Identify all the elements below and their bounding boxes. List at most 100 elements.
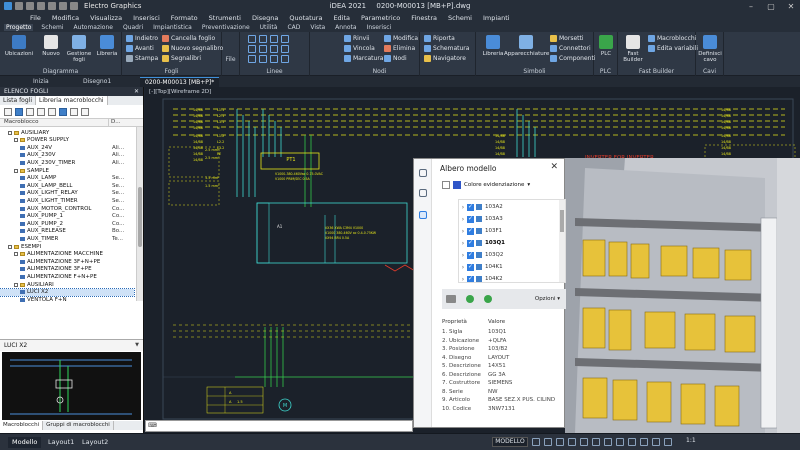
rinvii-button[interactable]: Rinvii (344, 34, 370, 43)
tree-folder[interactable]: ALIMENTAZIONE MACCHINE (0, 251, 134, 258)
panel-close-icon[interactable]: ✕ (134, 88, 139, 95)
expand-toggle-icon[interactable] (8, 244, 12, 249)
undo-icon[interactable] (48, 2, 56, 10)
redo-icon[interactable] (59, 2, 67, 10)
expand-toggle-icon[interactable] (14, 252, 18, 257)
scrollbar-thumb[interactable] (138, 187, 142, 247)
lineweight-icon[interactable] (604, 438, 612, 446)
add-icon[interactable] (26, 107, 34, 116)
chevron-right-icon[interactable]: › (459, 276, 467, 283)
edit-icon[interactable] (37, 107, 45, 116)
ribbon-tab-vista[interactable]: Vista (308, 24, 327, 31)
attachment-icon[interactable] (419, 189, 427, 197)
tree-scrollbar[interactable] (136, 127, 143, 301)
line-tool-icon[interactable] (281, 35, 289, 43)
chevron-right-icon[interactable]: › (459, 204, 467, 211)
expand-toggle-icon[interactable] (14, 168, 18, 173)
visibility-checkbox[interactable] (467, 239, 474, 247)
tab-gruppi-macroblocchi[interactable]: Gruppi di macroblocchi (43, 421, 114, 430)
3d-panel-view[interactable] (565, 158, 800, 433)
modifica-nodi-button[interactable]: Modifica (384, 34, 418, 43)
tree-item[interactable]: ALIMENTAZIONE F+N+PE (0, 273, 134, 280)
visibility-checkbox[interactable] (467, 215, 474, 223)
workspace-name[interactable]: Electro Graphics (84, 2, 141, 10)
preview-selector[interactable]: LUCI X2 ▼ (0, 339, 143, 351)
chevron-right-icon[interactable]: › (459, 252, 467, 259)
tree-item[interactable]: AUX_LAMP Se... (0, 175, 134, 182)
visibility-checkbox[interactable] (467, 275, 474, 282)
workspace-icon[interactable] (652, 438, 660, 446)
line-tool-icon[interactable] (259, 55, 267, 63)
isolate-icon[interactable] (664, 438, 672, 446)
visibility-checkbox[interactable] (467, 203, 474, 211)
tree-folder[interactable]: AUSILIARI (0, 281, 134, 288)
tree-item[interactable]: VENTOLA F+N (0, 296, 134, 303)
model-tree-item[interactable]: › 103Q2 (459, 249, 559, 261)
options-button[interactable]: Opzioni ▾ (535, 296, 560, 302)
ubicazioni-button[interactable]: Ubicazioni (4, 34, 34, 57)
menu-quotatura[interactable]: Quotatura (289, 14, 322, 22)
tree-folder[interactable]: ESEMPI (0, 243, 134, 250)
definisci-cavo-button[interactable]: Definisci cavo (695, 34, 725, 63)
tab-inizia[interactable]: Inizia (28, 77, 54, 87)
tree-item[interactable]: AUX_PUMP_2 Co... (0, 220, 134, 227)
ribbon-tab-quadri[interactable]: Quadri (121, 24, 145, 31)
expand-toggle-icon[interactable] (14, 138, 18, 143)
line-tool-icon[interactable] (259, 35, 267, 43)
cancella-foglio-button[interactable]: Cancella foglio (162, 34, 215, 43)
riporta-button[interactable]: Riporta (424, 34, 455, 43)
line-tool-icon[interactable] (248, 45, 256, 53)
menu-edita[interactable]: Edita (333, 14, 350, 22)
ribbon-tab-cad[interactable]: CAD (285, 24, 302, 31)
tab-disegno1[interactable]: Disegno1 (78, 77, 116, 87)
tab-modello[interactable]: Modello (8, 437, 42, 448)
vincola-button[interactable]: Vincola (344, 44, 375, 53)
polar-icon[interactable] (568, 438, 576, 446)
osnap-icon[interactable] (580, 438, 588, 446)
tree-item[interactable]: AUX_230V_TIMER Ali... (0, 159, 134, 166)
model-tree-item[interactable]: › 103A2 (459, 201, 559, 213)
apparecchiature-button[interactable]: Apparecchiature (504, 34, 549, 57)
line-tool-icon[interactable] (248, 35, 256, 43)
property-row[interactable]: 4. Disegno LAYOUT (442, 355, 566, 364)
tree-item[interactable]: ALIMENTAZIONE 3F+PE (0, 266, 134, 273)
menu-file[interactable]: File (30, 14, 41, 22)
tree-item[interactable]: AUX_RELEASE Bo... (0, 228, 134, 235)
transparency-icon[interactable] (616, 438, 624, 446)
save-icon[interactable] (59, 107, 67, 116)
segnalibri-button[interactable]: Segnalibri (162, 54, 201, 63)
tree-folder[interactable]: SAMPLE (0, 167, 134, 174)
nodi-button[interactable]: Nodi (384, 54, 407, 63)
chevron-right-icon[interactable]: › (459, 240, 467, 247)
menu-formato[interactable]: Formato (171, 14, 198, 22)
visibility-checkbox[interactable] (467, 263, 474, 271)
tab-layout2[interactable]: Layout2 (78, 437, 112, 448)
gear-icon[interactable] (70, 2, 78, 10)
fast-builder-button[interactable]: Fast Builder (618, 34, 648, 63)
tab-macroblocchi[interactable]: Macroblocchi (0, 421, 44, 430)
chevron-right-icon[interactable]: › (459, 216, 467, 223)
info-icon[interactable] (81, 107, 89, 116)
file-button[interactable]: File (222, 56, 239, 64)
tree-item[interactable]: AUX_TIMER Te... (0, 235, 134, 242)
line-tool-icon[interactable] (281, 45, 289, 53)
menu-visualizza[interactable]: Visualizza (90, 14, 122, 22)
tree-icon[interactable] (419, 211, 427, 219)
tab-active-drawing[interactable]: 0200-M00013 [MB+P]* (140, 77, 220, 87)
search-icon[interactable] (4, 107, 12, 116)
line-tool-icon[interactable] (270, 45, 278, 53)
schematura-button[interactable]: Schematura (424, 44, 469, 53)
menu-inserisci[interactable]: Inserisci (133, 14, 160, 22)
tree-item[interactable]: AUX_LIGHT_TIMER Se... (0, 197, 134, 204)
tree-item[interactable]: AUX_MOTOR_CONTROL Co... (0, 205, 134, 212)
close-icon[interactable]: ✕ (550, 162, 558, 172)
model-tree-item[interactable]: › 103A3 (459, 213, 559, 225)
add-icon[interactable] (484, 295, 492, 303)
chevron-down-icon[interactable]: ▼ (135, 342, 139, 348)
ribbon-tab-utilità[interactable]: Utilità (258, 24, 280, 31)
snap-icon[interactable] (544, 438, 552, 446)
command-line[interactable]: ⌨ (145, 420, 413, 432)
avanti-button[interactable]: Avanti (126, 44, 154, 53)
model-space-button[interactable]: MODELLO (492, 437, 528, 447)
tree-item[interactable]: AUX_LAMP_BELL Se... (0, 182, 134, 189)
